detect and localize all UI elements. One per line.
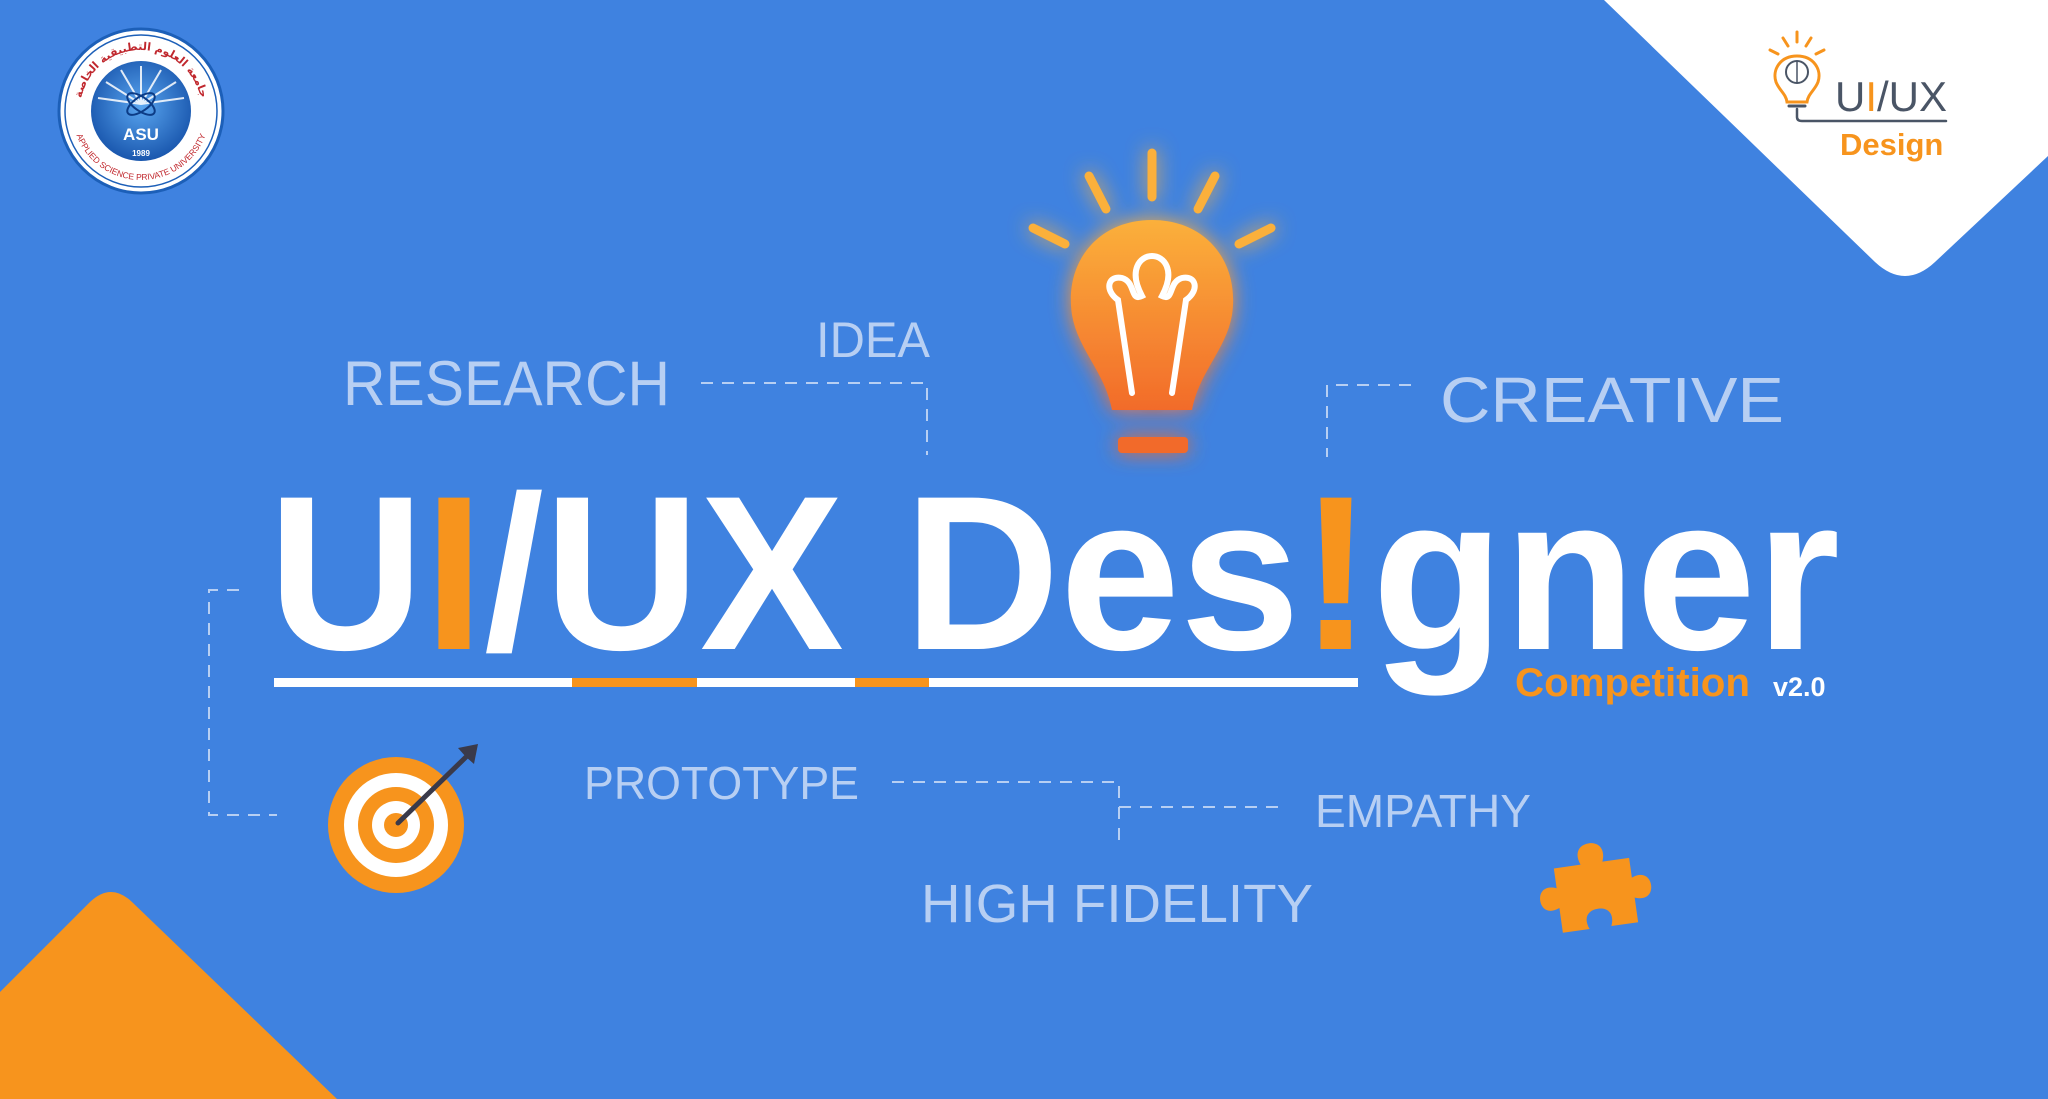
logo-abbreviation: ASU — [123, 125, 159, 144]
headline-subtitle: Competition — [1515, 661, 1750, 705]
keyword-prototype: PROTOTYPE — [584, 757, 859, 809]
headline-title: UI/UX Des!gner — [268, 450, 1840, 696]
corner-logo-title: UI/UX — [1835, 73, 1947, 120]
logo-year: 1989 — [132, 149, 150, 158]
university-logo: ASU 1989 جامعة العلوم التطبيقية الخاصة A… — [57, 27, 225, 195]
headline-underline — [274, 678, 1358, 687]
keyword-empathy: EMPATHY — [1315, 785, 1531, 837]
keyword-research: RESEARCH — [343, 349, 670, 419]
keyword-idea: IDEA — [816, 312, 931, 368]
keyword-creative: CREATIVE — [1440, 364, 1784, 436]
keyword-high-fidelity: HIGH FIDELITY — [921, 874, 1313, 934]
poster: ASU 1989 جامعة العلوم التطبيقية الخاصة A… — [0, 0, 2048, 1099]
version-label: v2.0 — [1773, 672, 1826, 702]
corner-logo-subtitle: Design — [1840, 127, 1943, 162]
